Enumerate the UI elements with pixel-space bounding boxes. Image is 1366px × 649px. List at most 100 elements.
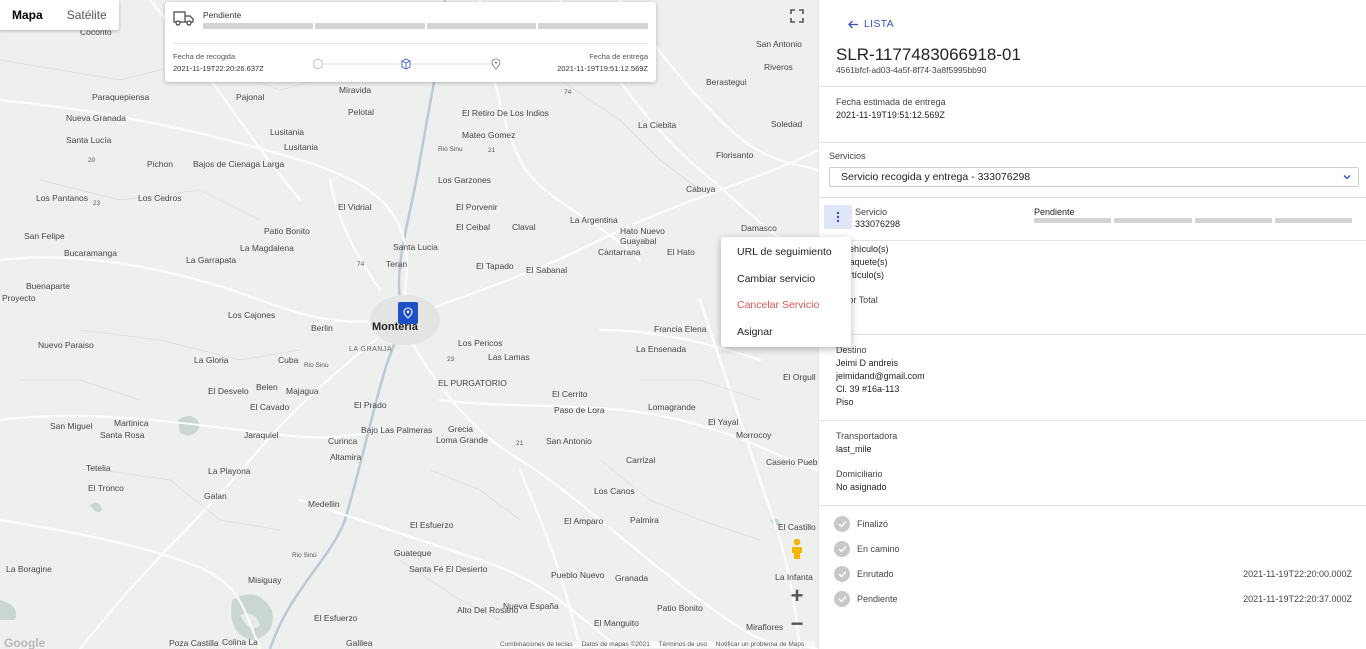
map-place-label: Pajonal [236, 92, 265, 102]
map-place-label: El Yayal [708, 417, 739, 427]
map-place-label: Carrizal [626, 455, 656, 465]
map-place-label: Nuevo Paraiso [38, 340, 94, 350]
tracking-status: Pendiente [203, 10, 242, 20]
map-place-label: La Gloria [194, 355, 229, 365]
map[interactable]: Cocorito San Antonio Riveros Berastegui Para… [0, 0, 818, 649]
map-place-label: Rio Sinú [292, 552, 317, 559]
map-place-label: Lusitania [284, 142, 319, 152]
back-to-list-link[interactable]: LISTA [848, 18, 894, 30]
package-outline-icon [313, 58, 323, 70]
map-place-label: San Antonio [756, 39, 802, 49]
map-place-label: El Cavado [250, 402, 290, 412]
map-data-text: Datos de mapas ©2021 [581, 641, 650, 648]
report-problem-link[interactable]: Notificar un problema de Maps [716, 641, 805, 648]
map-place-label: Paraquepiensa [92, 92, 150, 102]
map-place-label: La Garrapata [186, 255, 237, 265]
menu-item-change-service[interactable]: Cambiar servicio [721, 266, 851, 293]
map-place-label: 74 [357, 261, 365, 268]
map-place-label: Berlin [311, 323, 333, 333]
service-select-value: Servicio recogida y entrega - 333076298 [841, 171, 1031, 183]
map-place-label: 20 [88, 157, 96, 164]
timeline-item-enrutado: Enrutado 2021-11-19T22:20:00.000Z [834, 566, 1352, 582]
map-type-control: Mapa Satélite [0, 0, 119, 30]
map-place-label: Jaraquiel [244, 430, 279, 440]
pickup-date: Fecha de recogida 2021-11-19T22:20:26.63… [173, 52, 264, 73]
menu-item-cancel-service[interactable]: Cancelar Servicio [721, 292, 851, 319]
order-detail-panel: LISTA SLR-1177483066918-01 4561bfcf-ad03… [818, 0, 1366, 649]
map-place-label: Belen [256, 382, 278, 392]
map-type-map-tab[interactable]: Mapa [0, 0, 55, 30]
map-place-label: Nueva España [503, 601, 559, 611]
pickup-date-value: 2021-11-19T22:20:26.637Z [173, 64, 264, 73]
map-place-label: El Manguito [594, 618, 639, 628]
map-place-label: Altamira [330, 452, 362, 462]
map-place-label: Medellin [308, 499, 340, 509]
map-place-label: Miravida [339, 85, 372, 95]
service-options-button[interactable] [824, 205, 852, 229]
zoom-out-button[interactable]: − [784, 611, 810, 637]
map-place-label: El Castillo [778, 522, 816, 532]
map-type-satellite-tab[interactable]: Satélite [55, 0, 119, 30]
eta-value: 2021-11-19T19:51:12.569Z [836, 110, 945, 120]
menu-item-tracking-url[interactable]: URL de seguimiento [721, 239, 851, 266]
menu-item-assign[interactable]: Asignar [721, 319, 851, 346]
map-place-label: Buenaparte [26, 281, 70, 291]
map-place-label: San Antonio [546, 436, 592, 446]
map-place-label: Los Cedros [138, 193, 182, 203]
map-place-label: El Sabanal [526, 265, 568, 275]
map-place-label: El Cerrito [552, 389, 588, 399]
fullscreen-button[interactable] [784, 3, 810, 29]
map-place-label: Santa Rosa [100, 430, 145, 440]
map-place-label: Loma Grande [436, 435, 488, 445]
map-place-label: Galilea [346, 638, 373, 648]
keyboard-shortcuts-link[interactable]: Combinaciones de teclas [500, 641, 573, 648]
eta-label: Fecha estimada de entrega [836, 97, 946, 107]
courier-value: No asignado [836, 482, 887, 492]
map-place-label: La Magdalena [240, 243, 294, 253]
map-place-label: 21 [516, 440, 524, 447]
package-icon [401, 58, 411, 70]
map-place-label: Cabuya [686, 184, 716, 194]
location-pin-marker[interactable] [398, 302, 418, 324]
map-place-label: San Miguel [50, 421, 93, 431]
delivery-date: Fecha de entrega 2021-11-19T19:51:12.569… [557, 52, 648, 73]
service-progress-bar [1034, 218, 1352, 223]
map-place-label: Los Garzones [438, 175, 491, 185]
service-status: Pendiente [1034, 207, 1075, 217]
map-place-label: San Felipe [24, 231, 65, 241]
map-place-label: Santa Lucia [393, 242, 438, 252]
terms-link[interactable]: Términos de uso [659, 641, 707, 648]
map-place-label: Cantarrana [598, 247, 641, 257]
destination-name: Jeimi D andreis [836, 358, 899, 368]
zoom-in-button[interactable]: + [784, 583, 810, 609]
map-place-label: El Esfuerzo [410, 520, 454, 530]
carrier-value: last_mile [836, 444, 872, 454]
street-view-pegman[interactable] [784, 536, 810, 562]
delivery-date-label: Fecha de entrega [589, 52, 648, 61]
map-place-label: El Amparo [564, 516, 604, 526]
back-label: LISTA [864, 18, 894, 30]
map-place-label: Damasco [741, 223, 777, 233]
delivery-date-value: 2021-11-19T19:51:12.569Z [557, 64, 648, 73]
timeline-item-en-camino: En camino [834, 541, 1352, 557]
map-place-label: Rio Sinu [304, 362, 329, 369]
map-place-label: Paso de Lora [554, 405, 605, 415]
map-place-label: El Retiro De Los Indios [462, 108, 549, 118]
app: Cocorito San Antonio Riveros Berastegui Para… [0, 0, 1366, 649]
map-place-label: Misiguay [248, 575, 282, 585]
map-place-label: El Ceibal [456, 222, 491, 232]
map-place-label: Teran [386, 259, 408, 269]
map-place-label: Rio Sinu [438, 146, 463, 153]
service-select[interactable]: Servicio recogida y entrega - 333076298 [829, 167, 1359, 187]
map-place-label: Santa Fé El Desierto [409, 564, 488, 574]
map-place-label: Poza Castilla [169, 638, 219, 648]
tracking-steps [313, 58, 501, 70]
map-place-label: Patio Bonito [657, 603, 703, 613]
map-place-label: El Tapado [476, 261, 514, 271]
map-place-label: La Ensenada [636, 344, 687, 354]
map-place-label: Mateo Gomez [462, 130, 516, 140]
map-place-label: Santa Lucía [66, 135, 112, 145]
map-place-label: Palmira [630, 515, 659, 525]
location-pin-icon [491, 58, 501, 70]
map-place-label: Bajo Las Palmeras [361, 425, 433, 435]
